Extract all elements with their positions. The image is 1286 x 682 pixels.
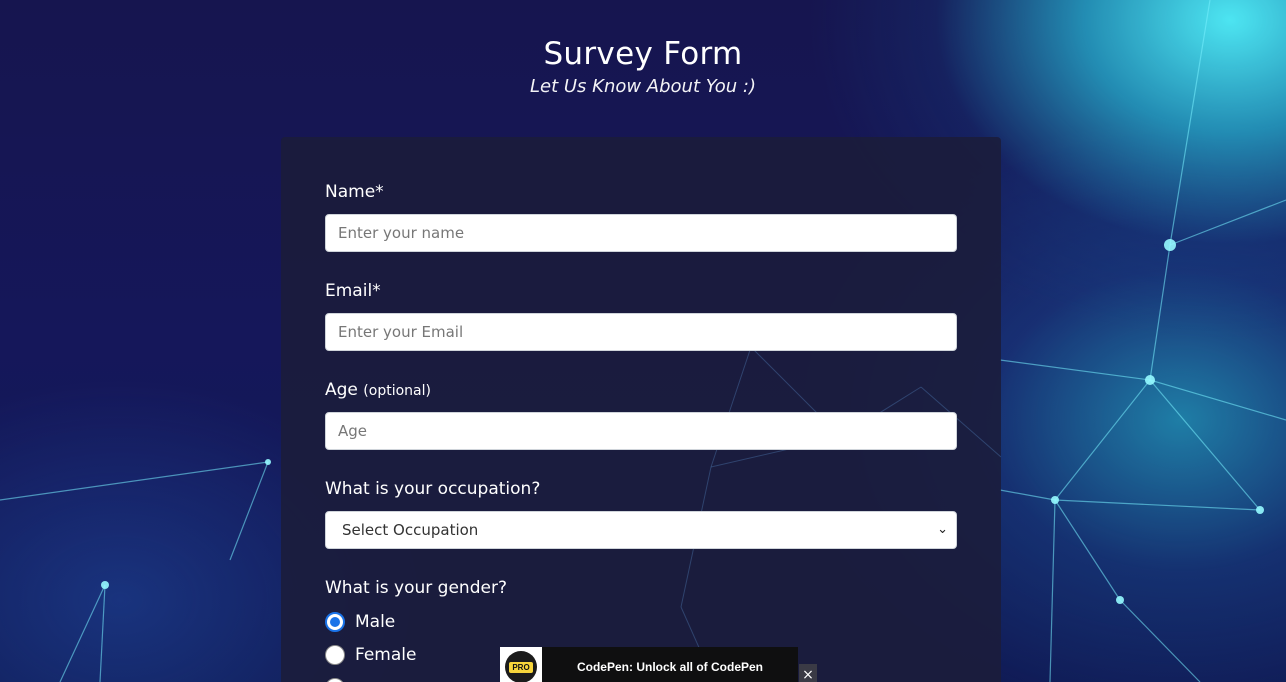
radio-female[interactable] xyxy=(325,645,345,665)
radio-male[interactable] xyxy=(325,612,345,632)
email-input[interactable] xyxy=(325,313,957,351)
occupation-select[interactable]: Select Occupation ⌄ xyxy=(325,511,957,549)
age-input[interactable] xyxy=(325,412,957,450)
email-label: Email* xyxy=(325,281,381,301)
age-label: Age (optional) xyxy=(325,380,431,400)
name-label: Name* xyxy=(325,182,384,202)
page-title: Survey Form xyxy=(543,36,743,72)
page-header: Survey Form Let Us Know About You :) xyxy=(0,34,1286,97)
gender-option-female[interactable]: Female xyxy=(325,645,416,665)
occupation-selected-value: Select Occupation xyxy=(342,521,479,539)
chevron-down-icon: ⌄ xyxy=(937,522,948,537)
survey-form-card: Name* Email* Age (optional) What is your… xyxy=(281,137,1001,682)
age-optional-note: (optional) xyxy=(363,383,431,399)
age-label-text: Age xyxy=(325,380,358,400)
codepen-promo-banner[interactable]: PRO CodePen: Unlock all of CodePen xyxy=(500,647,798,682)
gender-option-partial[interactable] xyxy=(325,678,345,682)
gender-option-male[interactable]: Male xyxy=(325,612,395,632)
radio-label-male: Male xyxy=(355,612,396,632)
name-input[interactable] xyxy=(325,214,957,252)
page-subtitle: Let Us Know About You :) xyxy=(529,76,756,97)
occupation-label: What is your occupation? xyxy=(325,479,541,499)
close-icon[interactable]: × xyxy=(799,664,817,682)
gender-label: What is your gender? xyxy=(325,578,507,598)
radio-label-female: Female xyxy=(355,645,417,665)
pro-badge-icon: PRO xyxy=(500,647,542,682)
radio-partial[interactable] xyxy=(325,678,345,682)
promo-text: CodePen: Unlock all of CodePen xyxy=(576,660,764,674)
pro-badge-text: PRO xyxy=(509,661,533,673)
